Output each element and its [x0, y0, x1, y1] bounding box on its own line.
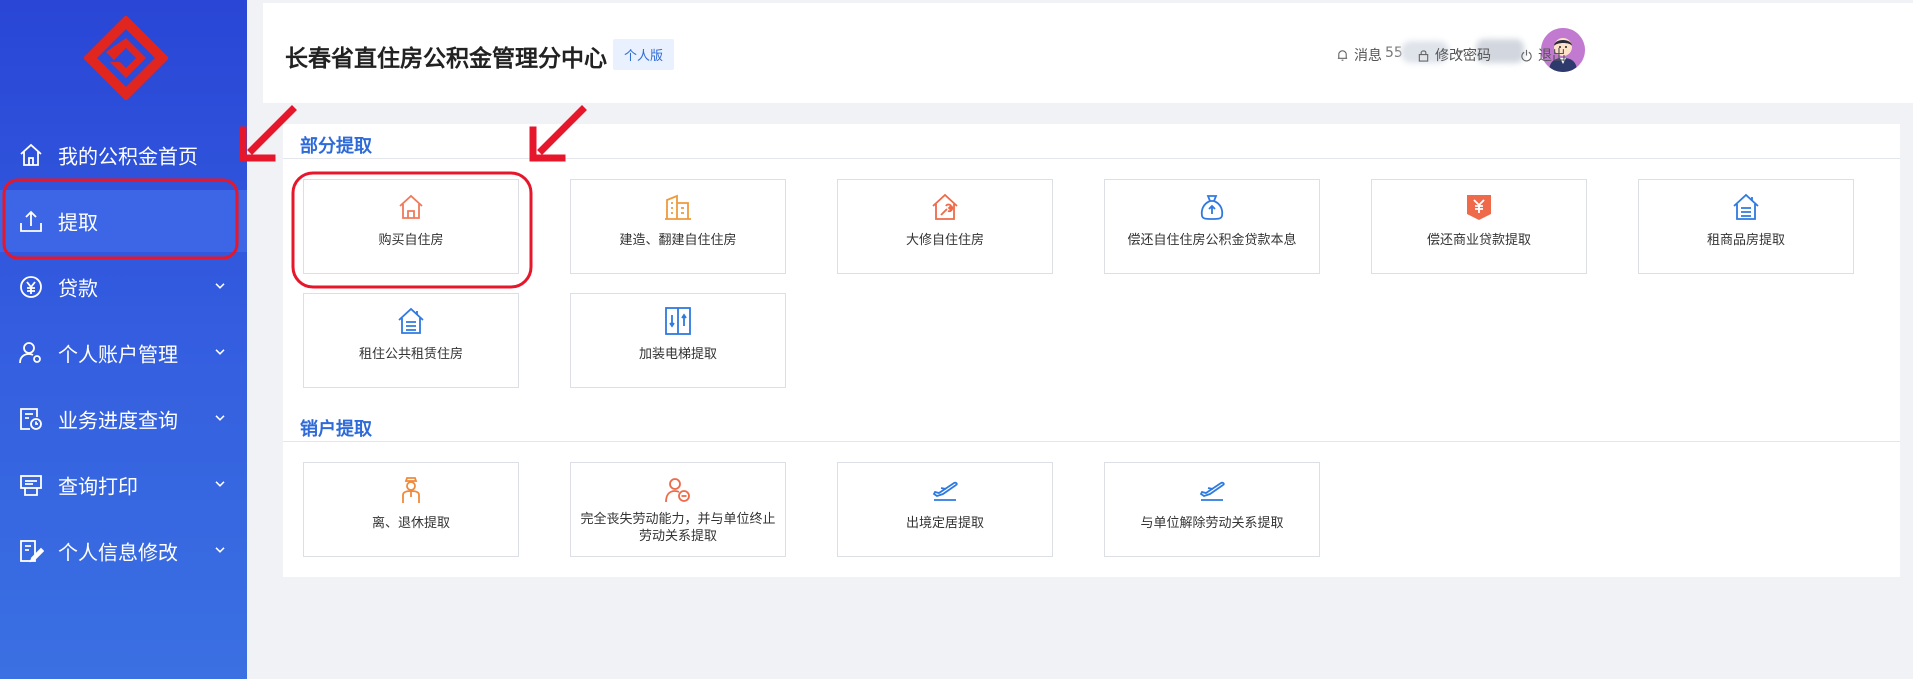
building-icon	[665, 194, 691, 220]
upload-icon	[20, 210, 42, 232]
sidebar-item-account[interactable]: 个人账户管理	[0, 322, 247, 384]
plane-icon	[932, 481, 958, 501]
withdraw-panel: 部分提取 购买自住房 建造、翻建自住住房 大修自住住房 偿还自住住房公积金贷款本…	[283, 124, 1900, 577]
home-icon	[20, 143, 42, 166]
card-rent-commercial-house[interactable]: 租商品房提取	[1638, 179, 1854, 274]
retiree-icon	[402, 477, 420, 503]
sidebar-item-label: 业务进度查询	[58, 408, 178, 433]
house-icon	[399, 194, 423, 219]
card-label: 购买自住房	[378, 233, 444, 248]
sidebar-item-profile[interactable]: 个人信息修改	[0, 520, 247, 582]
card-retirement[interactable]: 离、退休提取	[303, 462, 519, 557]
logo-icon	[84, 16, 168, 100]
chevron-down-icon	[215, 283, 225, 289]
chevron-down-icon	[215, 415, 225, 421]
power-icon	[1521, 49, 1532, 61]
messages-link[interactable]: 消息	[1336, 45, 1382, 65]
card-build-house[interactable]: 建造、翻建自住住房	[570, 179, 786, 274]
messages-label: 消息	[1354, 48, 1382, 64]
card-label: 租住公共租赁住房	[358, 347, 463, 362]
change-password-label: 修改密码	[1435, 48, 1491, 64]
rent-house-icon	[398, 307, 424, 334]
card-disability[interactable]: 完全丧失劳动能力，并与单位终止劳动关系提取	[570, 462, 786, 557]
card-repay-fund-loan[interactable]: 偿还自住住房公积金贷款本息	[1104, 179, 1320, 274]
sidebar: 我的公积金首页 提取 贷款 个人账户管理 业务进度查询 查询打印 个人信息修改	[0, 0, 247, 679]
page-title: 长春省直住房公积金管理分中心	[285, 46, 607, 72]
card-emigrate[interactable]: 出境定居提取	[837, 462, 1053, 557]
sidebar-item-label: 个人账户管理	[58, 342, 178, 367]
card-terminate-labor[interactable]: 与单位解除劳动关系提取	[1104, 462, 1320, 557]
chevron-down-icon	[215, 547, 225, 553]
card-label: 出境定居提取	[905, 516, 984, 531]
card-label: 偿还自住住房公积金贷款本息	[1127, 233, 1297, 248]
edit-info-icon	[20, 540, 44, 563]
elevator-icon	[665, 307, 691, 335]
sidebar-item-label: 贷款	[58, 276, 98, 301]
sidebar-item-withdraw[interactable]: 提取	[0, 190, 247, 252]
card-label: 建造、翻建自住住房	[619, 233, 737, 248]
yuan-card-icon	[1467, 195, 1491, 220]
card-label: 租商品房提取	[1706, 233, 1785, 248]
logout-link[interactable]: 退出	[1520, 45, 1566, 65]
card-rent-public-housing[interactable]: 租住公共租赁住房	[303, 293, 519, 388]
plane-icon	[1199, 481, 1225, 501]
sidebar-item-label: 我的公积金首页	[58, 144, 198, 169]
card-label: 大修自住住房	[905, 233, 984, 248]
sidebar-item-label: 查询打印	[58, 474, 138, 499]
card-label: 离、退休提取	[371, 516, 450, 531]
yuan-icon	[20, 276, 42, 298]
rent-house-icon	[1733, 193, 1759, 220]
section-title-partial: 部分提取	[300, 136, 372, 157]
card-label: 加装电梯提取	[638, 347, 717, 362]
printer-icon	[20, 475, 42, 496]
card-elevator[interactable]: 加装电梯提取	[570, 293, 786, 388]
card-buy-house[interactable]: 购买自住房	[303, 179, 519, 274]
edition-badge: 个人版	[613, 39, 675, 70]
app-root: 我的公积金首页 提取 贷款 个人账户管理 业务进度查询 查询打印 个人信息修改 …	[0, 0, 1913, 679]
sidebar-item-loan[interactable]: 贷款	[0, 256, 247, 318]
house-repair-icon	[932, 193, 958, 220]
chevron-down-icon	[215, 481, 225, 487]
top-header: 长春省直住房公积金管理分中心 个人版 55 消息 修改密码 退出	[263, 3, 1913, 103]
sidebar-item-print[interactable]: 查询打印	[0, 454, 247, 516]
card-label: 偿还商业贷款提取	[1426, 233, 1531, 248]
sidebar-item-home[interactable]: 我的公积金首页	[0, 124, 247, 186]
bell-icon	[1337, 49, 1348, 61]
card-repair-house[interactable]: 大修自住住房	[837, 179, 1053, 274]
chevron-down-icon	[215, 349, 225, 355]
sidebar-item-progress[interactable]: 业务进度查询	[0, 388, 247, 450]
card-repay-commercial-loan[interactable]: 偿还商业贷款提取	[1371, 179, 1587, 274]
money-bag-icon	[1200, 195, 1224, 220]
disability-icon	[665, 478, 690, 503]
user-settings-icon	[19, 342, 41, 364]
logout-label: 退出	[1538, 48, 1566, 64]
card-label: 与单位解除劳动关系提取	[1140, 516, 1284, 531]
progress-query-icon	[20, 408, 42, 430]
sidebar-item-label: 个人信息修改	[58, 540, 178, 565]
sidebar-item-label: 提取	[58, 210, 98, 235]
change-password-link[interactable]: 修改密码	[1417, 45, 1491, 65]
section-divider	[283, 441, 1900, 442]
card-label: 完全丧失劳动能力，并与单位终止劳动关系提取	[580, 512, 776, 544]
section-divider	[283, 158, 1900, 159]
section-title-close-account: 销户提取	[300, 419, 372, 440]
lock-icon	[1418, 49, 1429, 62]
